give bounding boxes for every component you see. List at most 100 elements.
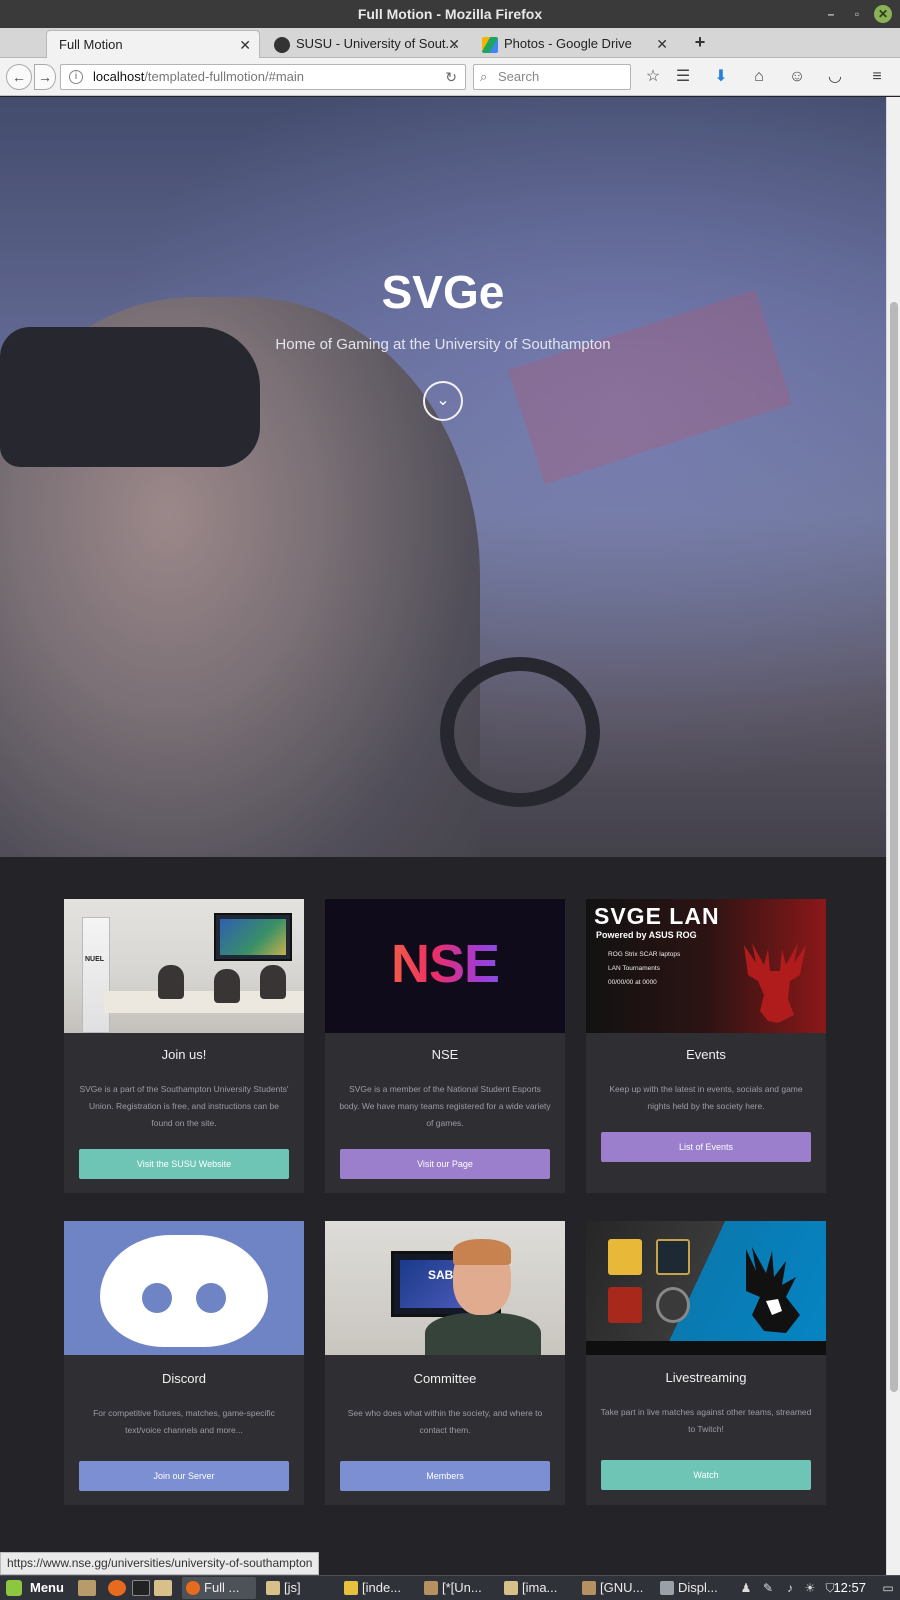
scrollbar-thumb[interactable] [890, 302, 898, 1392]
poster-title: SVGE LAN [594, 903, 720, 929]
menu-label: Menu [30, 1580, 64, 1595]
close-tab-icon[interactable]: ✕ [656, 30, 668, 58]
card-description: Keep up with the latest in events, socia… [609, 1084, 803, 1111]
pocket-icon[interactable]: ◡ [824, 66, 846, 88]
tab-susu[interactable]: SUSU - University of Sout... ✕ [262, 30, 468, 58]
volume-icon[interactable]: ♪ [782, 1580, 798, 1596]
task-label: [inde... [362, 1580, 402, 1595]
counter-strike-icon [608, 1239, 642, 1275]
league-of-legends-icon [656, 1239, 690, 1275]
close-window-icon[interactable]: ✕ [874, 5, 892, 23]
hero-overlay [0, 97, 886, 857]
info-icon[interactable]: i [69, 70, 83, 84]
editor-icon [424, 1581, 438, 1595]
url-path: /templated-fullmotion/#main [144, 69, 305, 84]
clock: 12:57 [833, 1580, 866, 1595]
visit-susu-website-button[interactable]: Visit the SUSU Website [79, 1149, 289, 1179]
task-firefox[interactable]: Full ... [182, 1577, 256, 1599]
nse-logo-image: NSE [325, 899, 565, 1033]
card-title: Join us! [161, 1047, 207, 1062]
show-desktop-icon[interactable]: ▭ [880, 1580, 896, 1596]
mint-logo-icon [6, 1580, 22, 1596]
firefox-icon [186, 1581, 200, 1595]
tv-screen [214, 913, 292, 961]
join-server-button[interactable]: Join our Server [79, 1461, 289, 1491]
start-menu-button[interactable]: Menu [0, 1576, 70, 1600]
poster-line: ROG Strix SCAR laptops [608, 951, 681, 958]
scroll-down-chevron-icon[interactable]: ⌄ [423, 381, 463, 421]
hero-subtitle: Home of Gaming at the University of Sout… [275, 336, 611, 353]
task-gnu-image[interactable]: [GNU... [578, 1577, 654, 1599]
downloads-icon[interactable]: ⬇ [710, 66, 732, 88]
back-arrow-icon[interactable]: ← [6, 64, 32, 90]
hamburger-menu-icon[interactable]: ≡ [866, 66, 888, 88]
link-status-popup: https://www.nse.gg/universities/universi… [0, 1552, 320, 1575]
maximize-icon[interactable]: ▫ [848, 5, 866, 23]
page-scrollbar[interactable] [886, 97, 900, 1575]
watch-button[interactable]: Watch [601, 1460, 811, 1490]
os-taskbar: Menu Full ... [js] [inde... [*[Un... [im… [0, 1575, 900, 1600]
poster-line: LAN Tournaments [608, 965, 660, 972]
tab-label: SUSU - University of Sout... [296, 36, 457, 51]
card-description: See who does what within the society, an… [347, 1408, 543, 1435]
close-tab-icon[interactable]: ✕ [448, 30, 460, 58]
chat-icon[interactable]: ☺ [786, 66, 808, 88]
folder-icon[interactable] [154, 1580, 172, 1596]
folder-icon [504, 1581, 518, 1595]
window-title-bar: Full Motion - Mozilla Firefox – ▫ ✕ [0, 0, 900, 28]
reload-icon[interactable]: ↻ [445, 65, 457, 89]
card-join-us: NUEL Join us! SVGe is a part of the Sout… [64, 899, 304, 1193]
brightness-icon[interactable]: ☀ [802, 1580, 818, 1596]
card-title: NSE [431, 1047, 459, 1062]
file-manager-icon[interactable] [78, 1580, 96, 1596]
card-description: Take part in live matches against other … [600, 1407, 812, 1434]
tab-full-motion[interactable]: Full Motion ✕ [46, 30, 260, 58]
task-label: Full ... [204, 1580, 240, 1595]
person-silhouette [260, 965, 286, 999]
home-icon[interactable]: ⌂ [748, 66, 770, 88]
person-silhouette [158, 965, 184, 999]
display-icon [660, 1581, 674, 1595]
close-tab-icon[interactable]: ✕ [239, 31, 251, 58]
search-input[interactable]: ⌕ Search [473, 64, 631, 90]
url-bar[interactable]: i localhost/templated-fullmotion/#main ↻ [60, 64, 466, 90]
task-display[interactable]: Displ... [656, 1577, 732, 1599]
card-discord: Discord For competitive fixtures, matche… [64, 1221, 304, 1505]
task-index-editor[interactable]: [inde... [340, 1577, 416, 1599]
task-label: [*[Un... [442, 1580, 482, 1595]
firefox-icon[interactable] [108, 1580, 126, 1596]
card-nse: NSE NSE SVGe is a member of the National… [325, 899, 565, 1193]
folder-icon [266, 1581, 280, 1595]
card-title: Committee [413, 1371, 477, 1386]
overwatch-icon [656, 1287, 690, 1323]
dota-icon [608, 1287, 642, 1323]
task-untitled-editor[interactable]: [*[Un... [420, 1577, 496, 1599]
members-button[interactable]: Members [340, 1461, 550, 1491]
bookmark-star-icon[interactable]: ☆ [642, 66, 664, 88]
task-label: [js] [284, 1580, 301, 1595]
task-js-folder[interactable]: [js] [262, 1577, 334, 1599]
discord-eye [142, 1283, 172, 1313]
gimp-icon [582, 1581, 596, 1595]
task-images-folder[interactable]: [ima... [500, 1577, 574, 1599]
visit-nse-page-button[interactable]: Visit our Page [340, 1149, 550, 1179]
new-tab-plus-icon[interactable]: + [690, 30, 710, 54]
list-of-events-button[interactable]: List of Events [601, 1132, 811, 1162]
tab-google-drive[interactable]: Photos - Google Drive ✕ [470, 30, 676, 58]
task-label: [GNU... [600, 1580, 644, 1595]
minimize-icon[interactable]: – [822, 5, 840, 23]
forward-arrow-icon[interactable]: → [34, 64, 56, 90]
discord-icon [100, 1235, 268, 1347]
stag-logo-icon [744, 943, 806, 1023]
poster-line: 00/00/00 at 0000 [608, 979, 657, 986]
reading-list-icon[interactable]: ☰ [672, 66, 694, 88]
video-controls-bar[interactable] [586, 1341, 826, 1355]
nuel-room-image: NUEL [64, 899, 304, 1033]
user-icon[interactable]: ♟ [738, 1580, 754, 1596]
search-icon: ⌕ [480, 69, 488, 84]
card-committee: SABI Committee See who does what within … [325, 1221, 565, 1505]
pen-icon[interactable]: ✎ [760, 1580, 776, 1596]
card-description: SVGe is a member of the National Student… [339, 1084, 551, 1128]
terminal-icon[interactable] [132, 1580, 150, 1596]
committee-member-photo: SABI [325, 1221, 565, 1355]
